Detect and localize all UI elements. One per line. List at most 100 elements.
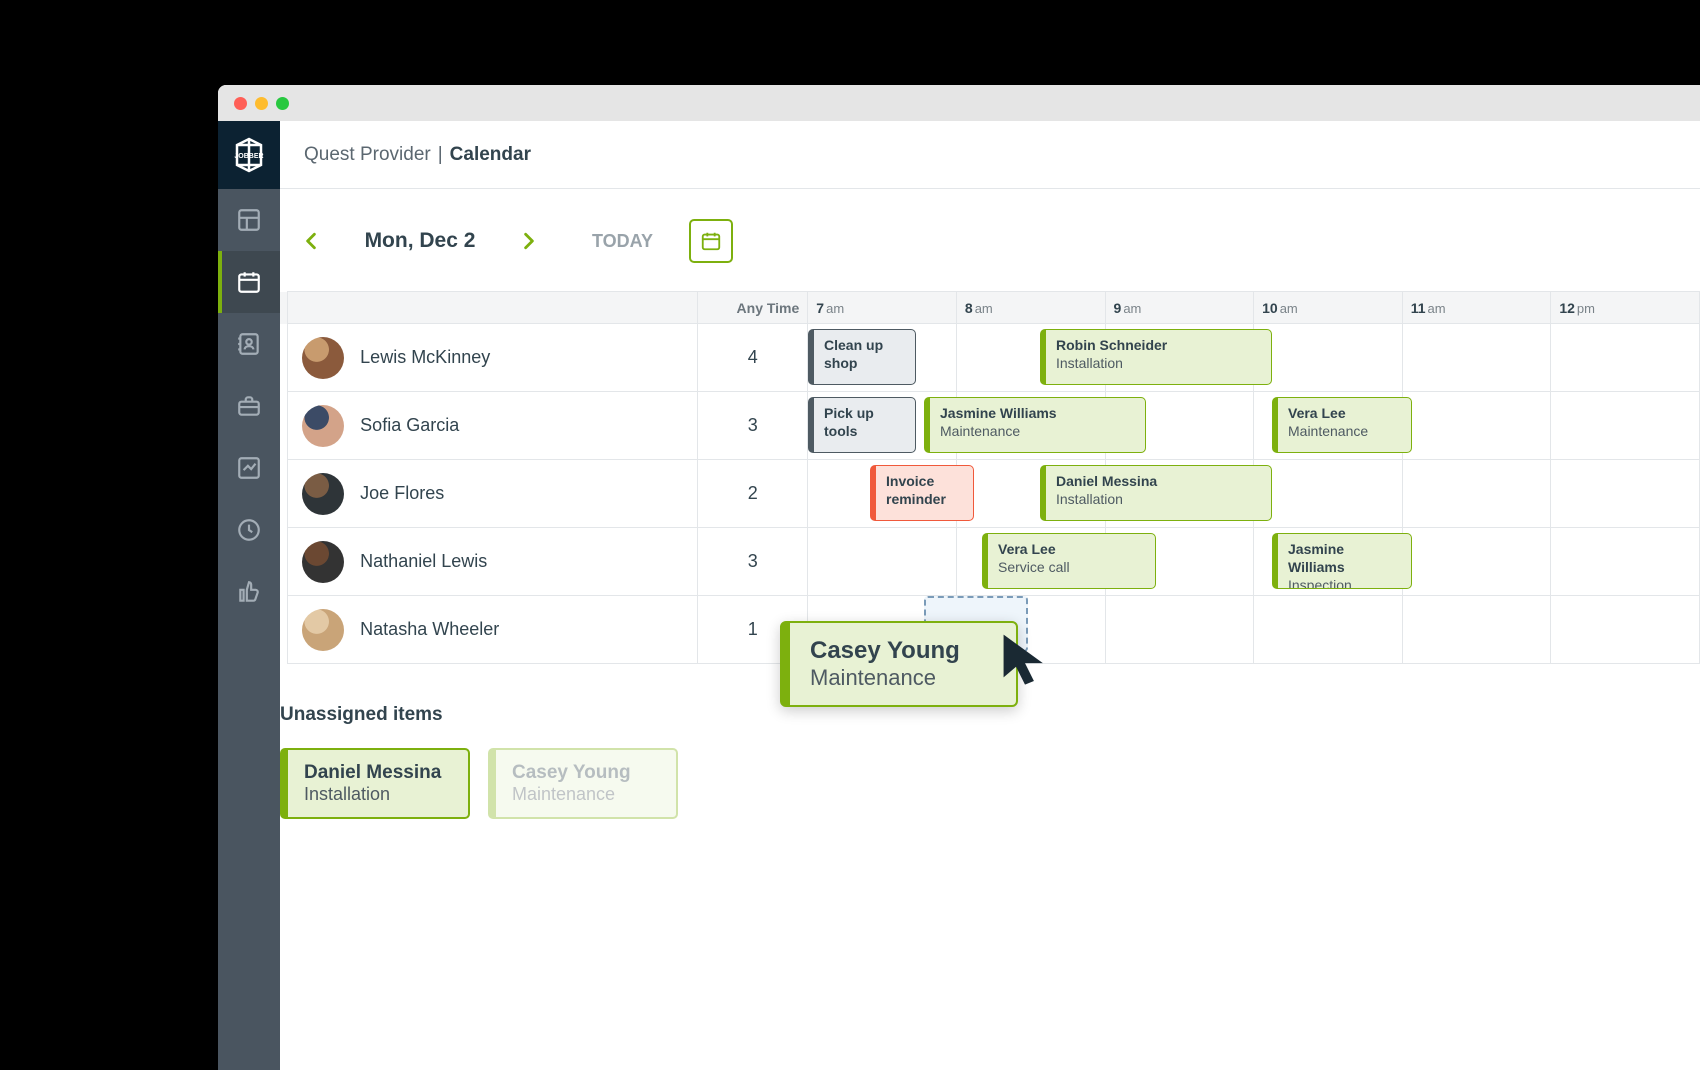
- chevron-left-icon: [304, 232, 318, 250]
- time-slot[interactable]: [1551, 324, 1700, 392]
- hour-header: 11am: [1402, 292, 1551, 324]
- avatar: [302, 473, 344, 515]
- thumbs-up-icon: [236, 579, 262, 605]
- schedule-event[interactable]: Vera LeeMaintenance: [1272, 397, 1412, 453]
- sidebar-nav: JOBBER: [218, 121, 280, 1070]
- dashboard-icon: [236, 207, 262, 233]
- main-area: Quest Provider | Calendar Mon, Dec 2 TOD…: [280, 121, 1700, 1070]
- cursor-icon: [1000, 631, 1050, 687]
- event-subtitle: Installation: [1056, 490, 1261, 508]
- person-cell[interactable]: Sofia Garcia: [288, 392, 698, 460]
- close-traffic-light[interactable]: [234, 97, 247, 110]
- date-picker-button[interactable]: [689, 219, 733, 263]
- chart-icon: [236, 455, 262, 481]
- time-slot[interactable]: [1402, 324, 1551, 392]
- hour-header: 9am: [1105, 292, 1254, 324]
- unassigned-card[interactable]: Daniel MessinaInstallation: [280, 748, 470, 819]
- time-slot[interactable]: [1551, 460, 1700, 528]
- breadcrumb-company: Quest Provider: [304, 144, 431, 166]
- time-slot[interactable]: [1551, 528, 1700, 596]
- titlebar: [218, 85, 1700, 121]
- hour-header: 10am: [1254, 292, 1403, 324]
- avatar: [302, 337, 344, 379]
- time-slot[interactable]: [1254, 324, 1403, 392]
- schedule-event[interactable]: Jasmine WilliamsInspection: [1272, 533, 1412, 589]
- person-name: Sofia Garcia: [360, 415, 459, 436]
- dragging-event-card[interactable]: Casey YoungMaintenance: [780, 621, 1018, 707]
- unassigned-card-title: Casey Young: [512, 762, 660, 784]
- breadcrumb: Quest Provider | Calendar: [280, 121, 1700, 189]
- time-slot[interactable]: [1254, 460, 1403, 528]
- schedule-event[interactable]: Vera LeeService call: [982, 533, 1156, 589]
- person-cell[interactable]: Lewis McKinney: [288, 324, 698, 392]
- person-name: Natasha Wheeler: [360, 619, 499, 640]
- maximize-traffic-light[interactable]: [276, 97, 289, 110]
- event-subtitle: Installation: [1056, 354, 1261, 372]
- schedule-event[interactable]: Invoice reminder: [870, 465, 974, 521]
- clock-icon: [236, 517, 262, 543]
- event-title: Vera Lee: [1288, 404, 1401, 422]
- event-title: Jasmine Williams: [1288, 540, 1401, 576]
- next-day-button[interactable]: [512, 224, 546, 258]
- chevron-right-icon: [522, 232, 536, 250]
- avatar: [302, 541, 344, 583]
- time-slot[interactable]: [1402, 528, 1551, 596]
- event-title: Daniel Messina: [1056, 472, 1261, 490]
- person-name: Lewis McKinney: [360, 347, 490, 368]
- schedule-event[interactable]: Pick up tools: [808, 397, 916, 453]
- jobber-logo-icon: JOBBER: [229, 135, 269, 175]
- event-title: Robin Schneider: [1056, 336, 1261, 354]
- person-cell[interactable]: Natasha Wheeler: [288, 596, 698, 664]
- unassigned-card-title: Daniel Messina: [304, 762, 452, 784]
- app-window: JOBBER: [218, 85, 1700, 1070]
- current-date-label: Mon, Dec 2: [350, 229, 490, 253]
- nav-feedback[interactable]: [218, 561, 280, 623]
- schedule-grid: Any Time 7am 8am 9am 10am 11am 12pm Lewi…: [280, 291, 1700, 664]
- person-name: Joe Flores: [360, 483, 444, 504]
- schedule-event[interactable]: Clean up shop: [808, 329, 916, 385]
- content-area: Mon, Dec 2 TODAY: [280, 189, 1700, 1070]
- person-name: Nathaniel Lewis: [360, 551, 487, 572]
- hour-header: 7am: [808, 292, 957, 324]
- time-slot[interactable]: [1551, 596, 1700, 664]
- today-button[interactable]: TODAY: [592, 231, 653, 252]
- hour-header: 8am: [956, 292, 1105, 324]
- event-title: Pick up tools: [824, 404, 905, 440]
- time-slot[interactable]: [1402, 596, 1551, 664]
- schedule-event[interactable]: Daniel MessinaInstallation: [1040, 465, 1272, 521]
- calendar-picker-icon: [700, 230, 722, 252]
- nav-dashboard[interactable]: [218, 189, 280, 251]
- nav-jobs[interactable]: [218, 375, 280, 437]
- time-slot[interactable]: [1551, 392, 1700, 460]
- minimize-traffic-light[interactable]: [255, 97, 268, 110]
- person-cell[interactable]: Joe Flores: [288, 460, 698, 528]
- event-subtitle: Inspection: [1288, 576, 1401, 589]
- date-controls: Mon, Dec 2 TODAY: [280, 219, 1700, 263]
- nav-timesheets[interactable]: [218, 499, 280, 561]
- hour-header: 12pm: [1551, 292, 1700, 324]
- event-subtitle: Maintenance: [940, 422, 1135, 440]
- schedule-event[interactable]: Jasmine WilliamsMaintenance: [924, 397, 1146, 453]
- nav-calendar[interactable]: [218, 251, 280, 313]
- nav-clients[interactable]: [218, 313, 280, 375]
- time-slot[interactable]: [1402, 392, 1551, 460]
- drag-card-subtitle: Maintenance: [810, 665, 996, 691]
- time-slot[interactable]: [1254, 596, 1403, 664]
- anytime-count: 3: [698, 528, 808, 596]
- avatar: [302, 405, 344, 447]
- anytime-count: 3: [698, 392, 808, 460]
- time-slot[interactable]: [808, 528, 957, 596]
- event-subtitle: Maintenance: [1288, 422, 1401, 440]
- unassigned-card[interactable]: Casey YoungMaintenance: [488, 748, 678, 819]
- nav-reports[interactable]: [218, 437, 280, 499]
- prev-day-button[interactable]: [294, 224, 328, 258]
- logo[interactable]: JOBBER: [218, 121, 280, 189]
- schedule-event[interactable]: Robin SchneiderInstallation: [1040, 329, 1272, 385]
- time-slot[interactable]: [1402, 460, 1551, 528]
- time-slot[interactable]: [1105, 596, 1254, 664]
- drag-card-title: Casey Young: [810, 637, 996, 665]
- calendar-icon: [236, 269, 262, 295]
- unassigned-title: Unassigned items: [280, 704, 1700, 726]
- event-title: Invoice reminder: [886, 472, 963, 508]
- person-cell[interactable]: Nathaniel Lewis: [288, 528, 698, 596]
